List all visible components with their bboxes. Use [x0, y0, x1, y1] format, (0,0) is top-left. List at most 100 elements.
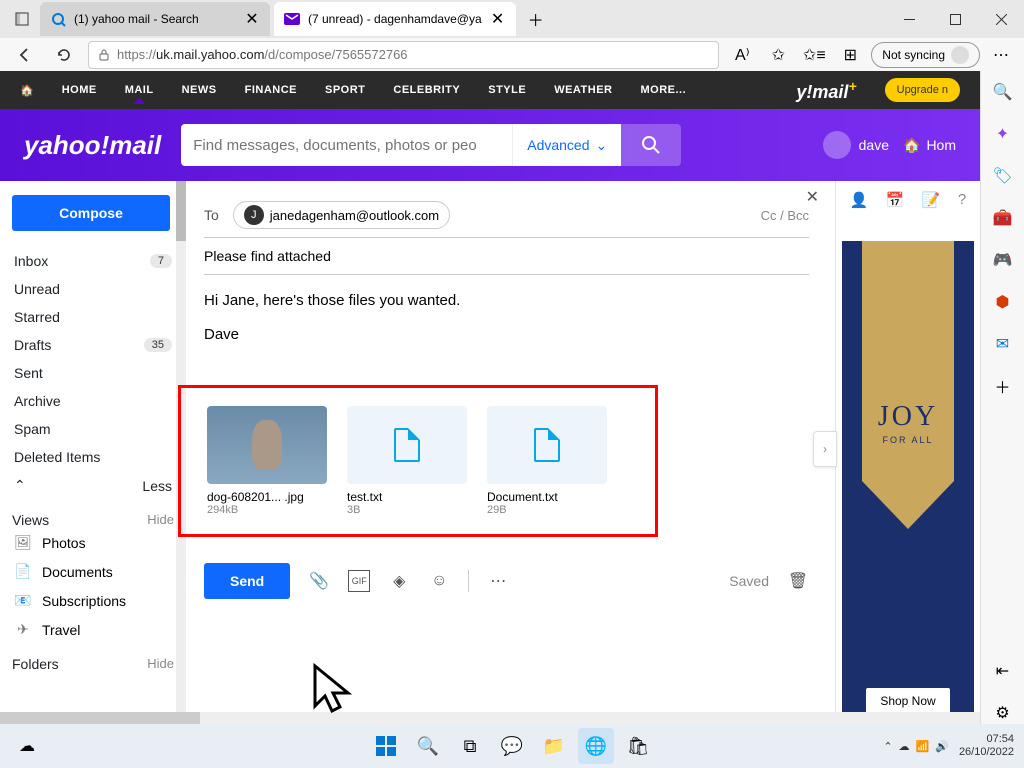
nav-style[interactable]: STYLE [488, 84, 526, 96]
volume-icon[interactable]: 🔊 [935, 740, 949, 753]
minimize-button[interactable] [886, 3, 932, 35]
settings-sidebar-icon[interactable]: ⚙ [992, 702, 1014, 724]
office-icon[interactable]: ⬢ [992, 291, 1014, 313]
nav-more[interactable]: MORE... [640, 84, 686, 96]
more-tools-icon[interactable]: ⋯ [487, 570, 509, 592]
user-name: dave [859, 137, 889, 153]
taskbar-search-icon[interactable]: 🔍 [410, 728, 446, 764]
horizontal-scrollbar[interactable] [0, 712, 980, 724]
close-icon[interactable]: ✕ [244, 11, 260, 27]
shopping-icon[interactable]: 🏷 [992, 165, 1014, 187]
refresh-button[interactable] [48, 41, 80, 69]
attachment-card[interactable]: Document.txt29B [487, 406, 607, 516]
collapse-ad-button[interactable]: › [813, 431, 837, 467]
view-travel[interactable]: ✈Travel [12, 615, 174, 644]
attach-icon[interactable]: 📎 [308, 570, 330, 592]
tools-icon[interactable]: 🧰 [992, 207, 1014, 229]
folder-unread[interactable]: Unread [12, 275, 174, 303]
home-link[interactable]: 🏠 Hom [903, 137, 956, 154]
chevron-up-icon[interactable]: ⌃ [883, 740, 892, 753]
nav-finance[interactable]: FINANCE [245, 84, 297, 96]
stationery-icon[interactable]: ◈ [388, 570, 410, 592]
yahoo-header: yahoo!mail Advanced ⌄ dave 🏠 Hom [0, 109, 980, 181]
edge-icon[interactable]: 🌐 [578, 728, 614, 764]
weather-widget[interactable]: ☁ [10, 729, 44, 763]
close-window-button[interactable] [978, 3, 1024, 35]
nav-home[interactable]: HOME [62, 84, 97, 96]
outlook-icon[interactable]: ✉ [992, 333, 1014, 355]
cc-bcc-toggle[interactable]: Cc / Bcc [761, 208, 809, 223]
view-photos[interactable]: 🖼Photos [12, 528, 174, 557]
discover-icon[interactable]: ✦ [992, 123, 1014, 145]
nav-weather[interactable]: WEATHER [554, 84, 612, 96]
folder-sent[interactable]: Sent [12, 359, 174, 387]
close-compose-button[interactable]: ✕ [806, 187, 819, 207]
wifi-icon[interactable]: 📶 [916, 740, 930, 753]
add-sidebar-icon[interactable]: ＋ [992, 375, 1014, 397]
help-icon[interactable]: ? [958, 191, 966, 209]
chat-icon[interactable]: 💬 [494, 728, 530, 764]
folder-starred[interactable]: Starred [12, 303, 174, 331]
upgrade-button[interactable]: Upgrade n [885, 78, 960, 102]
tab-actions-icon[interactable] [8, 5, 36, 33]
folder-inbox[interactable]: Inbox7 [12, 247, 174, 275]
home-icon[interactable]: 🏠 [20, 84, 34, 97]
tab-yahoo-search[interactable]: (1) yahoo mail - Search ✕ [40, 2, 270, 36]
view-subscriptions[interactable]: 📧Subscriptions [12, 586, 174, 615]
message-body[interactable]: Hi Jane, here's those files you wanted. … [204, 275, 809, 385]
emoji-icon[interactable]: ☺ [428, 570, 450, 592]
new-tab-button[interactable]: ＋ [522, 5, 550, 33]
nav-celebrity[interactable]: CELEBRITY [393, 84, 460, 96]
games-icon[interactable]: 🎮 [992, 249, 1014, 271]
expand-sidebar-icon[interactable]: ⇤ [992, 660, 1014, 682]
attachment-card[interactable]: dog-608201... .jpg294kB [207, 406, 327, 516]
advanced-search[interactable]: Advanced ⌄ [512, 124, 621, 166]
close-icon[interactable]: ✕ [490, 11, 506, 27]
search-button[interactable] [621, 124, 681, 166]
search-sidebar-icon[interactable]: 🔍 [992, 81, 1014, 103]
maximize-button[interactable] [932, 3, 978, 35]
more-icon[interactable]: ⋯ [986, 41, 1016, 69]
compose-button[interactable]: Compose [12, 195, 170, 231]
search-input[interactable] [181, 124, 512, 166]
folder-spam[interactable]: Spam [12, 415, 174, 443]
hide-folders[interactable]: Hide [147, 656, 174, 672]
nav-news[interactable]: NEWS [182, 84, 217, 96]
view-documents[interactable]: 📄Documents [12, 557, 174, 586]
attachment-card[interactable]: test.txt3B [347, 406, 467, 516]
file-explorer-icon[interactable]: 📁 [536, 728, 572, 764]
favorites-icon[interactable]: ✩≡ [799, 41, 829, 69]
folder-deleted-items[interactable]: Deleted Items [12, 443, 174, 471]
subject-field[interactable]: Please find attached [204, 238, 809, 275]
calendar-icon[interactable]: 📅 [886, 191, 905, 209]
store-icon[interactable]: 🛍 [620, 728, 656, 764]
profile-sync-button[interactable]: Not syncing [871, 42, 980, 68]
nav-sport[interactable]: SPORT [325, 84, 365, 96]
onedrive-icon[interactable]: ☁ [899, 740, 910, 753]
nav-mail[interactable]: MAIL [125, 84, 154, 96]
system-tray[interactable]: ⌃ ☁ 📶 🔊 [883, 740, 949, 753]
address-input[interactable]: https://uk.mail.yahoo.com/d/compose/7565… [88, 41, 719, 69]
address-bar: https://uk.mail.yahoo.com/d/compose/7565… [0, 38, 1024, 71]
ad-banner[interactable]: JOY FOR ALL Shop Now [842, 241, 974, 718]
less-toggle[interactable]: ⌃ Less [12, 471, 174, 500]
recipient-chip[interactable]: J janedagenham@outlook.com [233, 201, 450, 229]
gif-icon[interactable]: GIF [348, 570, 370, 592]
folder-drafts[interactable]: Drafts35 [12, 331, 174, 359]
star-icon[interactable]: ✩ [763, 41, 793, 69]
ad-cta-button[interactable]: Shop Now [866, 688, 949, 714]
clock[interactable]: 07:54 26/10/2022 [959, 733, 1014, 759]
contacts-icon[interactable]: 👤 [850, 191, 869, 209]
start-button[interactable] [368, 728, 404, 764]
folder-archive[interactable]: Archive [12, 387, 174, 415]
delete-draft-icon[interactable]: 🗑 [787, 570, 809, 592]
hide-views[interactable]: Hide [147, 512, 174, 528]
task-view-icon[interactable]: ⧉ [452, 728, 488, 764]
back-button[interactable] [8, 41, 40, 69]
notepad-icon[interactable]: 📝 [922, 191, 941, 209]
send-button[interactable]: Send [204, 563, 290, 599]
collections-icon[interactable]: ⊞ [835, 41, 865, 69]
read-aloud-icon[interactable]: A⁾ [727, 41, 757, 69]
tab-yahoo-mail[interactable]: (7 unread) - dagenhamdave@ya ✕ [274, 2, 516, 36]
user-menu[interactable]: dave [823, 131, 889, 159]
